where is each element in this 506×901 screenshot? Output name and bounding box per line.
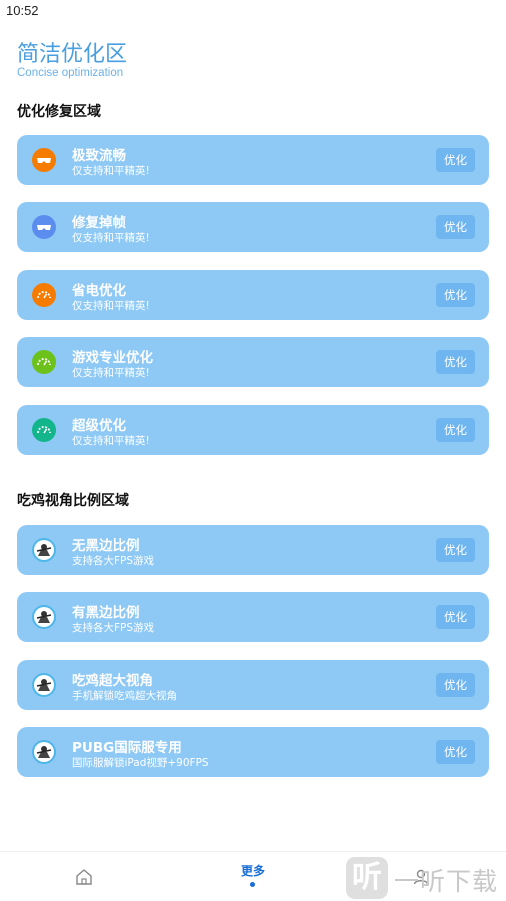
speedometer-icon [32, 418, 56, 442]
game-avatar-icon [32, 538, 56, 562]
active-indicator-dot [250, 882, 255, 887]
nav-more-tab[interactable]: 更多 [241, 862, 265, 879]
card-subtitle: 仅支持和平精英! [72, 165, 150, 177]
speedometer-icon [32, 283, 56, 307]
card-with-black-border[interactable]: 有黑边比例 支持各大FPS游戏 优化 [17, 592, 489, 642]
card-title: 有黑边比例 [72, 605, 140, 621]
optimize-button[interactable]: 优化 [436, 538, 475, 562]
card-title: 修复掉帧 [72, 215, 126, 231]
optimize-button[interactable]: 优化 [436, 740, 475, 764]
speedometer-icon [32, 350, 56, 374]
card-subtitle: 支持各大FPS游戏 [72, 622, 155, 634]
watermark-glyph: 听 [352, 860, 382, 895]
page-subtitle: Concise optimization [17, 67, 124, 79]
card-extreme-smooth[interactable]: 极致流畅 仅支持和平精英! 优化 [17, 135, 489, 185]
optimize-button[interactable]: 优化 [436, 148, 475, 172]
watermark-text: 一听下载 [394, 867, 499, 896]
game-avatar-icon [32, 673, 56, 697]
game-avatar-icon [32, 605, 56, 629]
optimize-button[interactable]: 优化 [436, 215, 475, 239]
card-title: 极致流畅 [72, 148, 126, 164]
card-title: 无黑边比例 [72, 538, 140, 554]
section-title-view-ratio: 吃鸡视角比例区域 [17, 493, 129, 509]
optimize-button[interactable]: 优化 [436, 283, 475, 307]
card-pro-game-optimize[interactable]: 游戏专业优化 仅支持和平精英! 优化 [17, 337, 489, 387]
glasses-icon [32, 148, 56, 172]
card-title: 吃鸡超大视角 [72, 673, 153, 689]
card-super-optimize[interactable]: 超级优化 仅支持和平精英! 优化 [17, 405, 489, 455]
card-title: PUBG国际服专用 [72, 740, 182, 756]
page-title: 简洁优化区 [17, 42, 128, 67]
watermark-logo: 听 一听下载 [346, 857, 506, 900]
card-subtitle: 仅支持和平精英! [72, 435, 150, 447]
card-power-saving[interactable]: 省电优化 仅支持和平精英! 优化 [17, 270, 489, 320]
home-icon[interactable] [75, 868, 93, 886]
optimize-button[interactable]: 优化 [436, 350, 475, 374]
game-avatar-icon [32, 740, 56, 764]
optimize-button[interactable]: 优化 [436, 605, 475, 629]
card-subtitle: 仅支持和平精英! [72, 367, 150, 379]
card-title: 游戏专业优化 [72, 350, 153, 366]
card-subtitle: 仅支持和平精英! [72, 300, 150, 312]
glasses-icon [32, 215, 56, 239]
card-title: 超级优化 [72, 418, 126, 434]
status-time: 10:52 [6, 3, 39, 18]
card-subtitle: 国际服解锁iPad视野+90FPS [72, 757, 209, 769]
card-super-wide-view[interactable]: 吃鸡超大视角 手机解锁吃鸡超大视角 优化 [17, 660, 489, 710]
optimize-button[interactable]: 优化 [436, 673, 475, 697]
card-pubg-international[interactable]: PUBG国际服专用 国际服解锁iPad视野+90FPS 优化 [17, 727, 489, 777]
card-title: 省电优化 [72, 283, 126, 299]
card-fix-frame-drop[interactable]: 修复掉帧 仅支持和平精英! 优化 [17, 202, 489, 252]
card-subtitle: 支持各大FPS游戏 [72, 555, 155, 567]
status-bar: 10:52 [0, 0, 506, 22]
card-subtitle: 手机解锁吃鸡超大视角 [72, 690, 177, 702]
card-no-black-border[interactable]: 无黑边比例 支持各大FPS游戏 优化 [17, 525, 489, 575]
optimize-button[interactable]: 优化 [436, 418, 475, 442]
section-title-repair: 优化修复区域 [17, 104, 101, 120]
card-subtitle: 仅支持和平精英! [72, 232, 150, 244]
